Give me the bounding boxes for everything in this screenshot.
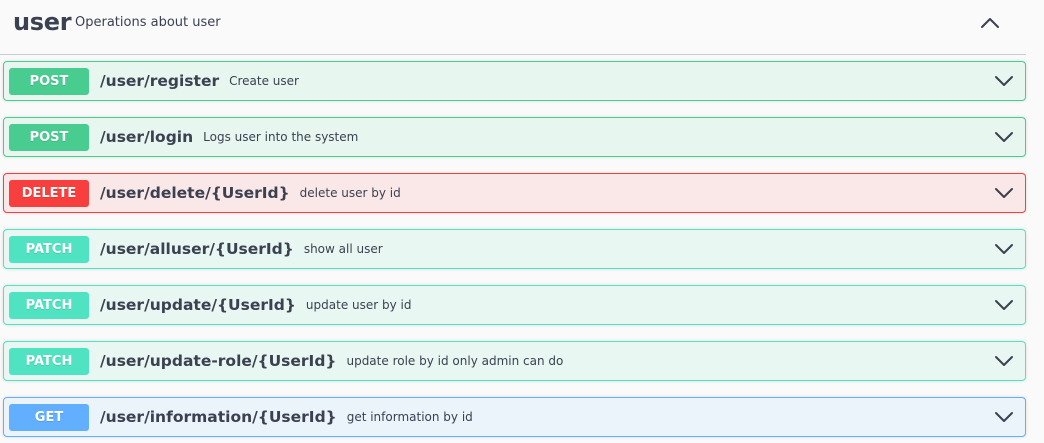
expand-operation-button[interactable] [993, 239, 1015, 259]
operation-summary: get information by id [346, 410, 473, 424]
operation-post-user-register[interactable]: POST /user/register Create user [3, 61, 1026, 101]
expand-operation-button[interactable] [993, 351, 1015, 371]
operation-summary: update role by id only admin can do [346, 354, 564, 368]
tag-section-header[interactable]: user Operations about user [0, 0, 1026, 55]
collapse-section-button[interactable] [976, 10, 1004, 36]
operation-path: /user/information/{UserId} [100, 408, 337, 426]
chevron-down-icon [995, 188, 1013, 198]
chevron-down-icon [995, 132, 1013, 142]
operation-summary: delete user by id [299, 186, 401, 200]
operation-patch-user-alluser[interactable]: PATCH /user/alluser/{UserId} show all us… [3, 229, 1026, 269]
chevron-down-icon [995, 300, 1013, 310]
method-badge: GET [9, 403, 89, 431]
operation-path: /user/update-role/{UserId} [100, 352, 337, 370]
method-badge: POST [9, 67, 89, 95]
operation-patch-user-update[interactable]: PATCH /user/update/{UserId} update user … [3, 285, 1026, 325]
method-badge: POST [9, 123, 89, 151]
operation-summary: Create user [229, 74, 299, 88]
operations-list: POST /user/register Create user POST /us… [3, 61, 1026, 443]
operation-path: /user/alluser/{UserId} [100, 240, 294, 258]
operation-path: /user/register [100, 72, 220, 90]
chevron-up-icon [981, 18, 999, 28]
expand-operation-button[interactable] [993, 71, 1015, 91]
operation-summary: show all user [303, 242, 383, 256]
operation-path: /user/update/{UserId} [100, 296, 296, 314]
operation-post-user-login[interactable]: POST /user/login Logs user into the syst… [3, 117, 1026, 157]
operation-path: /user/delete/{UserId} [100, 184, 290, 202]
tag-name[interactable]: user [13, 8, 72, 36]
expand-operation-button[interactable] [993, 295, 1015, 315]
expand-operation-button[interactable] [993, 127, 1015, 147]
method-badge: DELETE [9, 179, 89, 207]
operation-delete-user-delete[interactable]: DELETE /user/delete/{UserId} delete user… [3, 173, 1026, 213]
operation-patch-user-update-role[interactable]: PATCH /user/update-role/{UserId} update … [3, 341, 1026, 381]
operation-summary: update user by id [305, 298, 412, 312]
method-badge: PATCH [9, 347, 89, 375]
operation-summary: Logs user into the system [203, 130, 359, 144]
chevron-down-icon [995, 356, 1013, 366]
tag-description: Operations about user [75, 15, 221, 30]
method-badge: PATCH [9, 291, 89, 319]
chevron-down-icon [995, 412, 1013, 422]
method-badge: PATCH [9, 235, 89, 263]
operation-get-user-information[interactable]: GET /user/information/{UserId} get infor… [3, 397, 1026, 437]
operation-path: /user/login [100, 128, 194, 146]
chevron-down-icon [995, 76, 1013, 86]
expand-operation-button[interactable] [993, 407, 1015, 427]
expand-operation-button[interactable] [993, 183, 1015, 203]
chevron-down-icon [995, 244, 1013, 254]
